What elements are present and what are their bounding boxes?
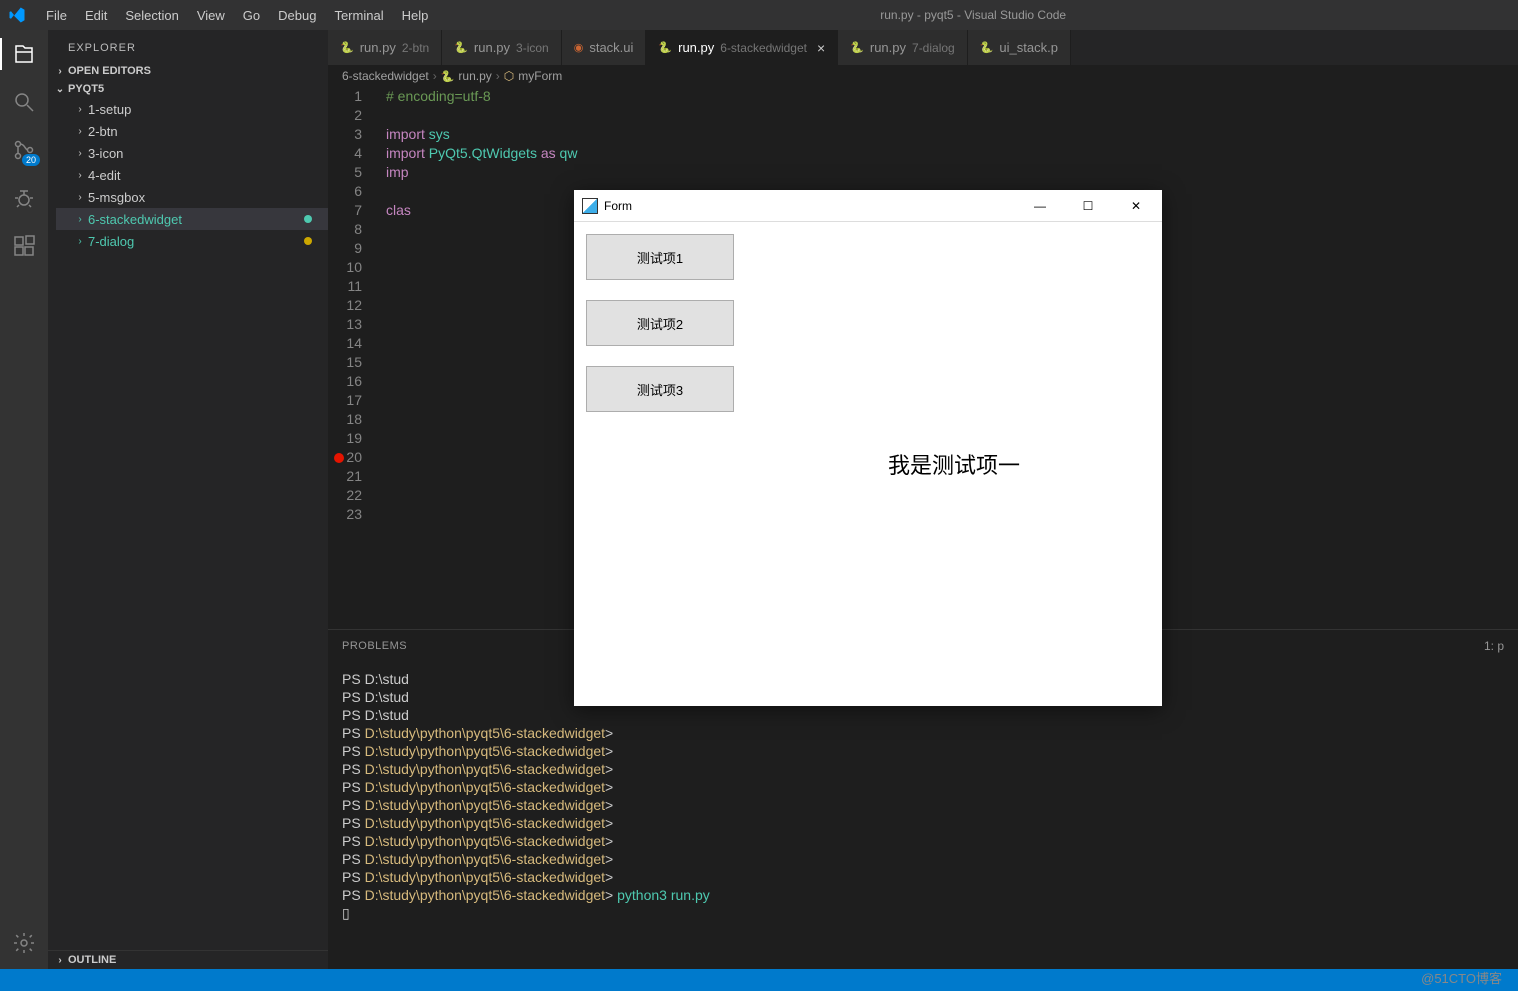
explorer-sidebar: EXPLORER ›OPEN EDITORS ⌄PYQT5 › 1-setup›… [48, 30, 328, 969]
breadcrumb[interactable]: 6-stackedwidget › 🐍 run.py › ⬡ myForm [328, 65, 1518, 87]
chevron-right-icon: › [433, 69, 437, 83]
rss-icon: ◉ [574, 41, 584, 54]
qt-content-label: 我是测试项一 [746, 222, 1162, 706]
tab-ui_stack.p[interactable]: 🐍ui_stack.p [968, 30, 1071, 65]
title-bar: FileEditSelectionViewGoDebugTerminalHelp… [0, 0, 1518, 30]
chevron-right-icon: › [74, 192, 86, 203]
sidebar-title: EXPLORER [48, 38, 328, 62]
editor-tabs: 🐍run.py2-btn🐍run.py3-icon◉stack.ui🐍run.p… [328, 30, 1518, 65]
terminal-selector[interactable]: 1: p [1484, 639, 1504, 653]
watermark: @51CTO博客 [1421, 968, 1502, 987]
vscode-logo-icon [8, 6, 26, 24]
menu-file[interactable]: File [38, 4, 75, 27]
tab-run.py-2-btn[interactable]: 🐍run.py2-btn [328, 30, 442, 65]
line-gutter: 1234567891011121314151617181920212223 [328, 87, 378, 629]
chevron-right-icon: › [496, 69, 500, 83]
folder-2-btn[interactable]: › 2-btn [56, 120, 328, 142]
folder-7-dialog[interactable]: › 7-dialog [56, 230, 328, 252]
chevron-right-icon: › [74, 104, 86, 115]
python-icon: 🐍 [454, 41, 468, 54]
chevron-right-icon: › [54, 955, 66, 966]
folder-5-msgbox[interactable]: › 5-msgbox [56, 186, 328, 208]
breakpoint-icon[interactable] [334, 453, 344, 463]
breadcrumb-folder[interactable]: 6-stackedwidget [342, 69, 429, 83]
chevron-right-icon: › [74, 214, 86, 225]
python-icon: 🐍 [980, 41, 994, 54]
class-icon: ⬡ [504, 69, 514, 83]
python-icon: 🐍 [340, 41, 354, 54]
tab-run.py-6-stackedwidget[interactable]: 🐍run.py6-stackedwidget× [646, 30, 838, 65]
folder-6-stackedwidget[interactable]: › 6-stackedwidget [56, 208, 328, 230]
menu-selection[interactable]: Selection [117, 4, 186, 27]
close-icon[interactable]: × [817, 40, 825, 56]
file-tree: › 1-setup› 2-btn› 3-icon› 4-edit› 5-msgb… [48, 98, 328, 252]
qt-titlebar[interactable]: Form — ☐ ✕ [574, 190, 1162, 222]
scm-icon[interactable]: 20 [10, 136, 38, 164]
qt-form-window: Form — ☐ ✕ 测试项1 测试项2 测试项3 我是测试项一 [574, 190, 1162, 706]
close-button[interactable]: ✕ [1122, 199, 1150, 213]
extensions-icon[interactable] [10, 232, 38, 260]
breadcrumb-file[interactable]: run.py [458, 69, 491, 83]
qt-test-button-1[interactable]: 测试项1 [586, 234, 734, 280]
python-icon: 🐍 [441, 70, 455, 83]
modified-dot-icon [304, 237, 312, 245]
python-icon: 🐍 [658, 41, 672, 54]
outline-section[interactable]: ›OUTLINE [48, 950, 328, 969]
folder-1-setup[interactable]: › 1-setup [56, 98, 328, 120]
explorer-icon[interactable] [10, 40, 38, 68]
qt-test-button-3[interactable]: 测试项3 [586, 366, 734, 412]
menu-edit[interactable]: Edit [77, 4, 115, 27]
qt-window-title: Form [604, 199, 632, 213]
menu-debug[interactable]: Debug [270, 4, 324, 27]
tab-run.py-3-icon[interactable]: 🐍run.py3-icon [442, 30, 562, 65]
search-icon[interactable] [10, 88, 38, 116]
chevron-right-icon: › [74, 170, 86, 181]
chevron-right-icon: › [74, 236, 86, 247]
folder-4-edit[interactable]: › 4-edit [56, 164, 328, 186]
status-bar[interactable] [0, 969, 1518, 991]
qt-test-button-2[interactable]: 测试项2 [586, 300, 734, 346]
menu-terminal[interactable]: Terminal [326, 4, 391, 27]
maximize-button[interactable]: ☐ [1074, 199, 1102, 213]
settings-gear-icon[interactable] [10, 929, 38, 957]
breadcrumb-symbol[interactable]: myForm [518, 69, 562, 83]
chevron-right-icon: › [74, 126, 86, 137]
main-menu: FileEditSelectionViewGoDebugTerminalHelp [38, 4, 436, 27]
minimize-button[interactable]: — [1026, 199, 1054, 213]
menu-go[interactable]: Go [235, 4, 268, 27]
problems-tab[interactable]: PROBLEMS [342, 640, 407, 652]
qt-body: 测试项1 测试项2 测试项3 我是测试项一 [574, 222, 1162, 706]
menu-help[interactable]: Help [394, 4, 437, 27]
chevron-right-icon: › [74, 148, 86, 159]
menu-view[interactable]: View [189, 4, 233, 27]
qt-button-panel: 测试项1 测试项2 测试项3 [574, 222, 746, 706]
terminal[interactable]: PS D:\studPS D:\studPS D:\studPS D:\stud… [328, 662, 1518, 969]
activity-bar: 20 [0, 30, 48, 969]
folder-3-icon[interactable]: › 3-icon [56, 142, 328, 164]
window-title: run.py - pyqt5 - Visual Studio Code [436, 8, 1510, 22]
tab-stack.ui[interactable]: ◉stack.ui [562, 30, 647, 65]
open-editors-section[interactable]: ›OPEN EDITORS [48, 62, 328, 80]
chevron-down-icon: ⌄ [54, 84, 66, 95]
folder-root-section[interactable]: ⌄PYQT5 [48, 80, 328, 98]
debug-icon[interactable] [10, 184, 38, 212]
python-icon: 🐍 [850, 41, 864, 54]
modified-dot-icon [304, 215, 312, 223]
chevron-right-icon: › [54, 66, 66, 77]
scm-badge: 20 [22, 154, 40, 166]
qt-window-icon [582, 198, 598, 214]
tab-run.py-7-dialog[interactable]: 🐍run.py7-dialog [838, 30, 968, 65]
